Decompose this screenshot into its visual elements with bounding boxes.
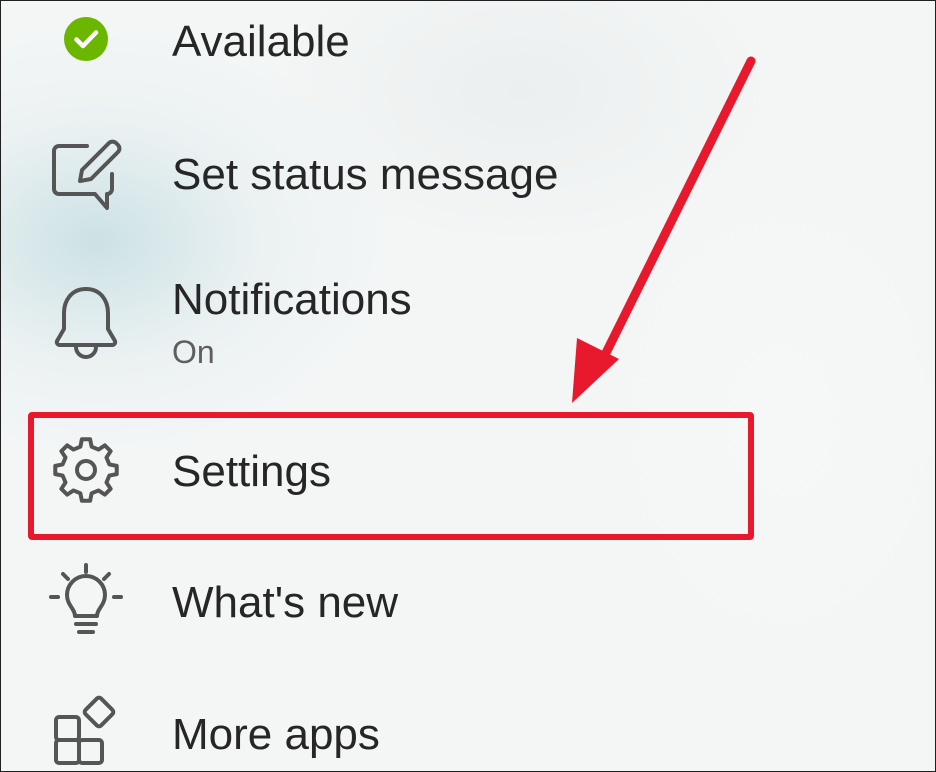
menu-item-available[interactable]: Available — [1, 1, 935, 121]
notifications-status: On — [172, 334, 215, 370]
menu-item-more-apps[interactable]: More apps — [1, 676, 935, 771]
check-circle-icon — [45, 1, 127, 80]
menu-item-whats-new[interactable]: What's new — [1, 546, 935, 666]
menu-item-label: Notifications — [172, 275, 412, 324]
menu-item-label: What's new — [172, 578, 399, 627]
settings-highlight-box — [28, 412, 754, 540]
edit-message-icon — [45, 134, 127, 216]
bell-icon — [45, 282, 127, 364]
menu-item-set-status-message[interactable]: Set status message — [1, 121, 935, 241]
account-menu: Available Set status message Notificatio… — [0, 0, 936, 772]
menu-item-notifications[interactable]: Notifications On — [1, 261, 935, 381]
menu-item-label: Available — [172, 17, 350, 66]
lightbulb-icon — [45, 560, 127, 642]
menu-item-label: More apps — [172, 710, 380, 759]
menu-item-label: Set status message — [172, 150, 559, 199]
apps-icon — [45, 692, 127, 771]
